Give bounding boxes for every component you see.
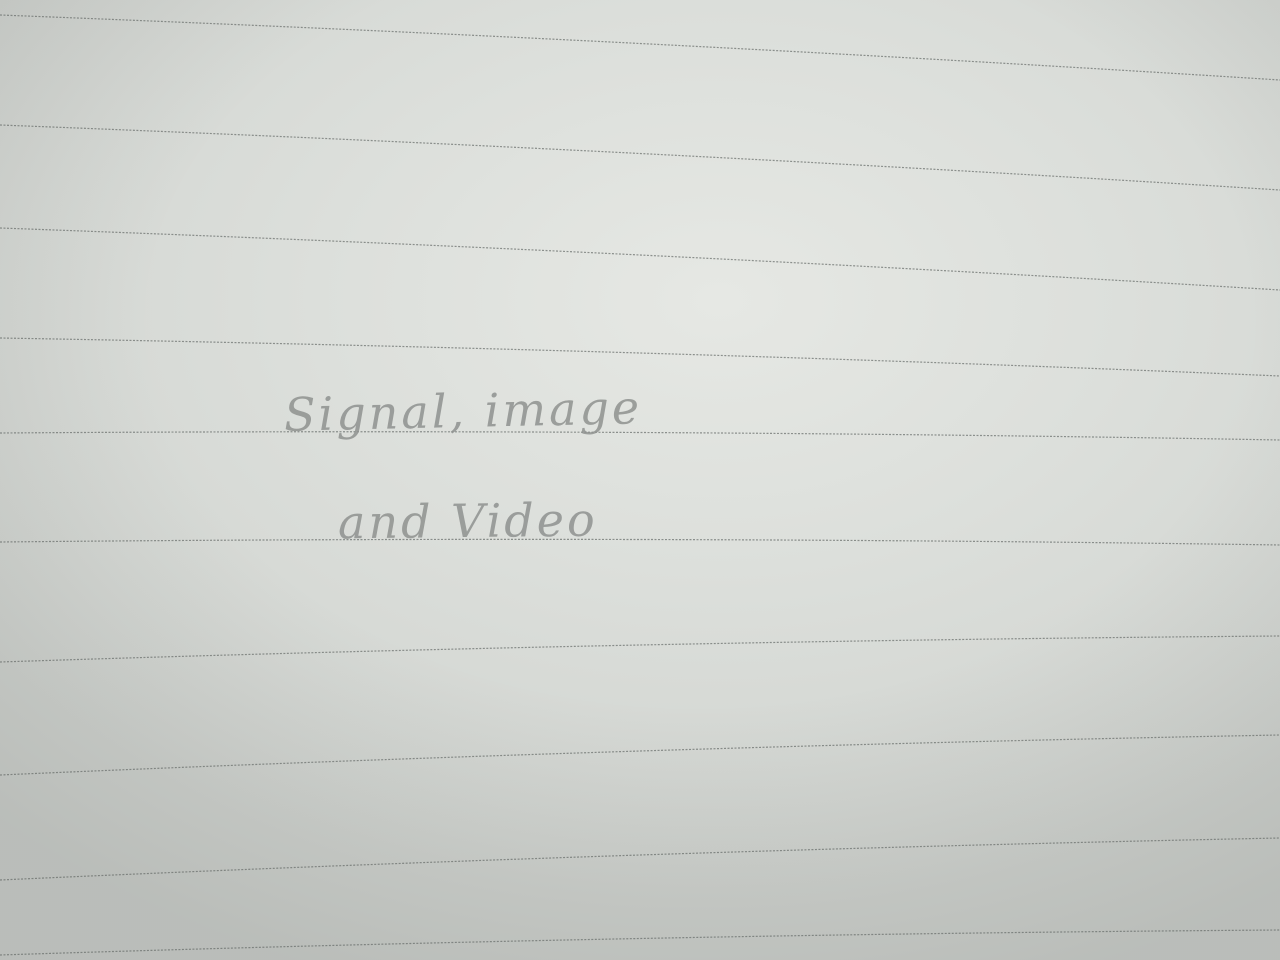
ruled-line [0, 227, 1280, 291]
ruled-line [0, 124, 1280, 191]
ruled-line [0, 337, 1280, 377]
ruled-line [0, 538, 1280, 546]
ruled-line [0, 837, 1280, 881]
notebook-page: Signal, image and Video [0, 0, 1280, 960]
ruled-line [0, 14, 1280, 81]
ruled-line [0, 635, 1280, 663]
handwritten-line-1: Signal, image [283, 380, 643, 442]
ruled-line [0, 734, 1280, 776]
ruled-lines [0, 14, 1280, 956]
ruled-line [0, 929, 1280, 956]
handwritten-line-2: and Video [337, 492, 598, 550]
